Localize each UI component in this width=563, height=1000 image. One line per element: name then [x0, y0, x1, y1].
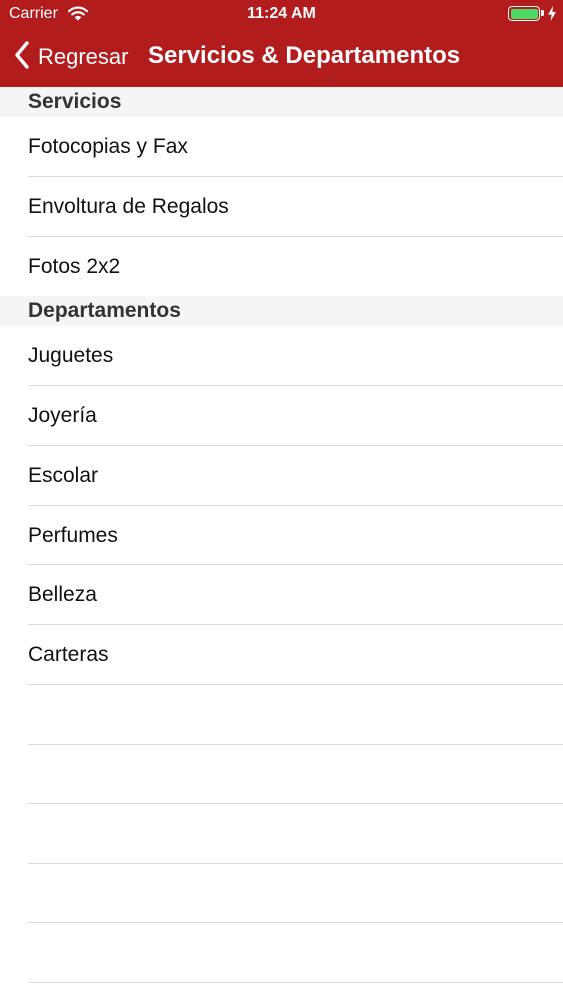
list-item-envoltura[interactable]: Envoltura de Regalos	[0, 177, 563, 237]
navigation-bar: Regresar Servicios & Departamentos	[0, 28, 563, 87]
section-header-servicios: Servicios	[0, 87, 563, 117]
list-item-juguetes[interactable]: Juguetes	[0, 326, 563, 386]
list-item-perfumes[interactable]: Perfumes	[0, 506, 563, 566]
list-item-label: Escolar	[28, 464, 99, 487]
list-item-label: Envoltura de Regalos	[28, 195, 229, 218]
status-time: 11:24 AM	[247, 5, 316, 22]
section-header-label: Departamentos	[28, 299, 181, 322]
list-item-escolar[interactable]: Escolar	[0, 446, 563, 506]
row-divider	[28, 744, 563, 745]
list-item-joyeria[interactable]: Joyería	[0, 386, 563, 446]
section-header-label: Servicios	[28, 90, 122, 113]
back-button[interactable]: Regresar	[14, 40, 128, 74]
page-title: Servicios & Departamentos	[148, 42, 461, 69]
list-item-label: Carteras	[28, 643, 109, 666]
list-item-carteras[interactable]: Carteras	[0, 625, 563, 685]
list-item-label: Fotocopias y Fax	[28, 135, 188, 158]
battery-tip	[541, 10, 544, 16]
list-item-belleza[interactable]: Belleza	[0, 565, 563, 625]
list-item-fotos[interactable]: Fotos 2x2	[0, 237, 563, 297]
list-item-label: Fotos 2x2	[28, 255, 121, 278]
status-bar: Carrier 11:24 AM	[0, 0, 563, 28]
row-divider	[28, 684, 563, 685]
top-bar: Carrier 11:24 AM Regresar Servicios & De…	[0, 0, 563, 87]
chevron-left-icon	[14, 40, 30, 74]
section-header-departamentos: Departamentos	[0, 296, 563, 326]
battery-icon	[508, 6, 540, 21]
row-divider	[28, 982, 563, 983]
back-button-label: Regresar	[38, 44, 129, 69]
list-item-fotocopias[interactable]: Fotocopias y Fax	[0, 117, 563, 177]
row-divider	[28, 863, 563, 864]
list-item-label: Belleza	[28, 583, 97, 606]
battery-level	[510, 8, 538, 19]
list-item-label: Perfumes	[28, 524, 118, 547]
list-item-label: Juguetes	[28, 344, 114, 367]
row-divider	[28, 803, 563, 804]
row-divider	[28, 922, 563, 923]
list-item-label: Joyería	[28, 404, 97, 427]
charging-bolt-icon	[547, 6, 557, 26]
